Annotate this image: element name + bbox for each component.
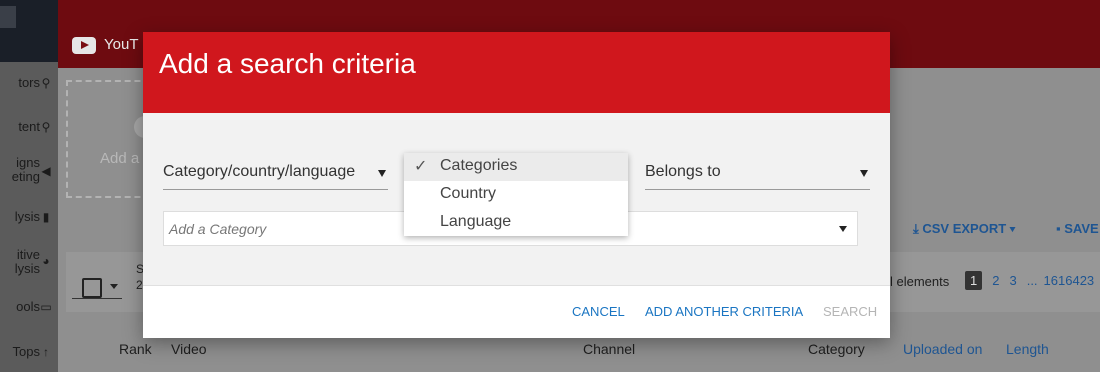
line-chart-icon: ▭ <box>40 300 52 314</box>
page-last[interactable]: 1616423 <box>1044 273 1095 288</box>
chevron-down-icon <box>860 170 868 177</box>
option-language[interactable]: Language <box>404 209 628 237</box>
criteria-type-select[interactable]: Category/country/language <box>163 160 388 190</box>
brand-youtube: YouT <box>72 36 138 54</box>
sidebar: tors ⚲ tent ⚲ igns eting ◀ lysis ▮ itive… <box>0 0 58 372</box>
arrow-up-icon: ↑ <box>43 345 49 359</box>
chevron-down-icon <box>378 170 386 177</box>
menu-block[interactable] <box>0 6 16 28</box>
page-3[interactable]: 3 <box>1009 273 1016 288</box>
elements-count: l elements <box>890 274 950 289</box>
select-all-checkbox[interactable] <box>82 278 102 298</box>
col-uploaded-on[interactable]: Uploaded on <box>903 341 982 357</box>
chevron-down-icon[interactable] <box>110 284 118 289</box>
page-ellipsis: ... <box>1026 273 1038 288</box>
search-icon: ⚲ <box>41 120 51 134</box>
search-criteria-dialog: Add a search criteria Category/country/l… <box>143 32 890 338</box>
save-button[interactable]: ▪ SAVE <box>1056 221 1099 236</box>
page-1[interactable]: 1 <box>965 271 983 290</box>
download-icon: ⤓ <box>913 221 923 236</box>
col-rank[interactable]: Rank <box>119 341 152 357</box>
pagination: 1 2 3... 1616423 <box>965 271 1100 290</box>
dialog-title: Add a search criteria <box>159 48 416 79</box>
megaphone-icon: ◀ <box>41 164 51 178</box>
col-length[interactable]: Length <box>1006 341 1049 357</box>
divider <box>72 298 122 299</box>
sidebar-header <box>0 0 58 62</box>
option-categories[interactable]: ✓ Categories <box>404 153 628 181</box>
cancel-button[interactable]: CANCEL <box>572 304 625 319</box>
page-2[interactable]: 2 <box>992 273 999 288</box>
search-button[interactable]: SEARCH <box>823 304 877 319</box>
col-channel[interactable]: Channel <box>583 341 635 357</box>
save-icon: ▪ <box>1056 221 1065 236</box>
operator-select[interactable]: Belongs to <box>645 160 870 190</box>
col-category[interactable]: Category <box>808 341 865 357</box>
checkmark-icon: ✓ <box>414 158 428 175</box>
col-video[interactable]: Video <box>171 341 207 357</box>
option-country[interactable]: Country <box>404 181 628 209</box>
panel-value: 2 <box>136 278 143 292</box>
bar-chart-icon: ▮ <box>42 210 50 224</box>
csv-export-button[interactable]: ⤓ CSV EXPORT ▾ <box>913 221 1015 237</box>
youtube-icon <box>72 36 96 54</box>
search-icon: ⚲ <box>41 76 51 90</box>
add-another-criteria-button[interactable]: ADD ANOTHER CRITERIA <box>645 304 803 319</box>
chevron-down-icon[interactable] <box>839 226 847 232</box>
pie-chart-icon: ◕ <box>42 254 50 268</box>
dialog-header: Add a search criteria <box>143 32 890 113</box>
criteria-options-menu: ✓ Categories Country Language <box>404 153 628 236</box>
